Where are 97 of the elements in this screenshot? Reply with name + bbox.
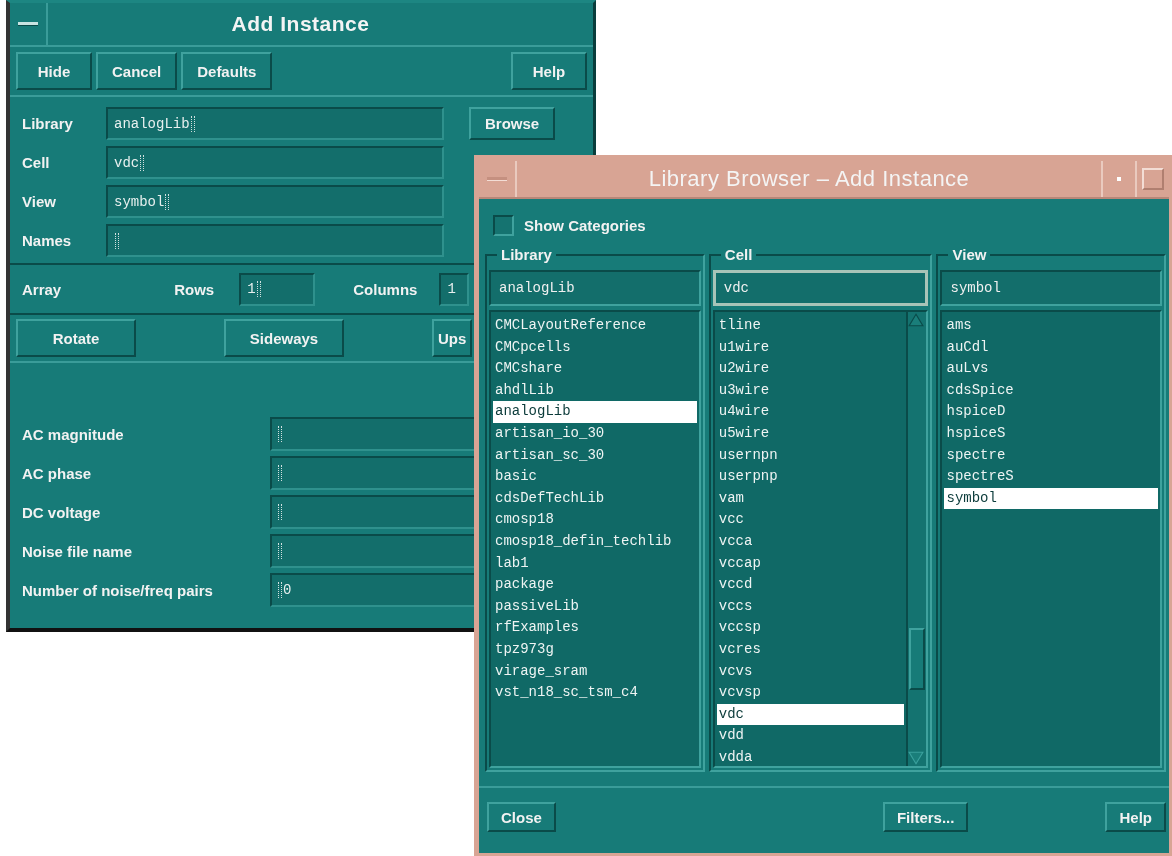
list-item[interactable]: vccd xyxy=(716,574,905,596)
rows-field[interactable]: 1 xyxy=(239,272,316,306)
list-item[interactable]: vam xyxy=(716,487,905,510)
list-item[interactable]: CMCLayoutReference xyxy=(493,315,697,337)
text-cursor-icon xyxy=(256,281,261,297)
list-item[interactable]: vcca xyxy=(716,530,905,553)
list-item[interactable]: cmosp18_defin_techlib xyxy=(493,530,697,553)
filter-field[interactable]: analogLib xyxy=(489,270,701,306)
text-cursor-icon xyxy=(190,115,195,132)
list-item[interactable]: CMCshare xyxy=(493,358,697,380)
field-label: Names xyxy=(22,232,73,249)
list-item[interactable]: vcc xyxy=(716,509,905,531)
parameter-label: AC magnitude xyxy=(22,425,125,443)
list-item[interactable]: virage_sram xyxy=(493,660,697,683)
list-item[interactable]: vccs xyxy=(716,595,905,618)
list-item[interactable]: cdsSpice xyxy=(944,379,1158,402)
window-title: Library Browser – Add Instance xyxy=(647,166,971,192)
list-item[interactable]: basic xyxy=(493,466,697,488)
array-label: Array xyxy=(22,280,62,298)
list-item[interactable]: vst_n18_sc_tsm_c4 xyxy=(493,682,697,704)
field-label: Library xyxy=(22,115,74,132)
list-item[interactable]: u5wire xyxy=(716,422,905,445)
parameter-label: Noise file name xyxy=(22,542,134,560)
scroll-up-icon[interactable] xyxy=(908,312,925,328)
list-item[interactable]: vdd xyxy=(716,725,905,747)
text-cursor-icon xyxy=(278,582,282,598)
field-label: Cell xyxy=(22,154,51,171)
list-item[interactable]: u4wire xyxy=(716,401,905,423)
list-item[interactable]: hspiceD xyxy=(944,401,1158,423)
filter-field[interactable]: symbol xyxy=(940,270,1162,306)
field-label: View xyxy=(22,193,57,210)
list-item[interactable]: vcres xyxy=(716,638,905,661)
text-cursor-icon xyxy=(165,193,170,210)
list-item[interactable]: vccap xyxy=(716,552,905,575)
checkbox[interactable] xyxy=(493,215,514,236)
dialog-button[interactable]: Cancel xyxy=(96,52,178,90)
transform-button[interactable]: Ups xyxy=(432,319,472,357)
list-item[interactable]: ams xyxy=(944,315,1158,337)
list-item[interactable]: tline xyxy=(716,315,905,337)
list-item[interactable]: auLvs xyxy=(944,358,1158,380)
text-field[interactable]: analogLib xyxy=(106,107,444,140)
list-item[interactable]: vdc xyxy=(716,703,905,726)
list-item[interactable]: spectre xyxy=(944,444,1158,467)
text-cursor-icon xyxy=(115,232,119,249)
dialog-button[interactable]: Filters... xyxy=(882,802,969,832)
list-item[interactable]: artisan_sc_30 xyxy=(493,444,697,467)
list-item[interactable]: vdda xyxy=(716,746,905,766)
group-title: Library xyxy=(497,246,556,264)
parameter-label: Number of noise/freq pairs xyxy=(22,581,214,599)
text-cursor-icon xyxy=(140,154,145,171)
transform-button[interactable]: Sideways xyxy=(224,319,344,357)
dialog-button[interactable]: Help xyxy=(1105,802,1166,832)
text-cursor-icon xyxy=(278,465,282,481)
text-cursor-icon xyxy=(278,504,282,520)
text-field[interactable]: vdc xyxy=(106,146,444,179)
text-cursor-icon xyxy=(278,426,282,442)
text-field[interactable]: symbol xyxy=(106,185,444,218)
dialog-button[interactable]: Defaults xyxy=(181,52,273,90)
scroll-bar[interactable] xyxy=(906,312,927,766)
text-cursor-icon xyxy=(278,543,282,559)
checkbox-label: Show Categories xyxy=(524,217,646,234)
list-item[interactable]: cmosp18 xyxy=(493,509,697,531)
browse-button[interactable]: Browse xyxy=(469,107,556,140)
list-item[interactable]: u3wire xyxy=(716,379,905,402)
parameter-label: DC voltage xyxy=(22,503,102,521)
list-item[interactable]: rfExamples xyxy=(493,617,697,639)
list-item[interactable]: auCdl xyxy=(944,336,1158,359)
list-item[interactable]: usernpn xyxy=(716,444,905,467)
dialog-button[interactable]: Hide xyxy=(16,52,92,90)
list-item[interactable]: vcvsp xyxy=(716,682,905,704)
list-item[interactable]: vcvs xyxy=(716,660,905,683)
list-item[interactable]: hspiceS xyxy=(944,422,1158,445)
list-item[interactable]: cdsDefTechLib xyxy=(493,487,697,510)
transform-button[interactable]: Rotate xyxy=(16,319,136,357)
scroll-thumb[interactable] xyxy=(909,628,926,690)
columns-field[interactable]: 1 xyxy=(439,272,470,306)
dialog-button[interactable]: Close xyxy=(487,802,556,832)
rows-label: Rows xyxy=(174,280,215,298)
list-item[interactable]: userpnp xyxy=(716,466,905,488)
list-item[interactable]: spectreS xyxy=(944,466,1158,488)
list-item[interactable]: CMCpcells xyxy=(493,336,697,359)
list-item[interactable]: artisan_io_30 xyxy=(493,422,697,445)
list-item[interactable]: analogLib xyxy=(493,401,697,423)
list-item[interactable]: u1wire xyxy=(716,336,905,359)
list-item[interactable]: tpz973g xyxy=(493,638,697,661)
list-item[interactable]: symbol xyxy=(944,487,1158,510)
help-button[interactable]: Help xyxy=(511,52,587,90)
window-title: Add Instance xyxy=(230,12,371,36)
columns-label: Columns xyxy=(353,280,418,298)
filter-field[interactable]: vdc xyxy=(712,270,929,306)
list-item[interactable]: lab1 xyxy=(493,552,697,575)
list-item[interactable]: ahdlLib xyxy=(493,379,697,402)
scroll-down-icon[interactable] xyxy=(908,750,925,766)
list-item[interactable]: u2wire xyxy=(716,358,905,380)
parameter-label: AC phase xyxy=(22,464,93,482)
list-item[interactable]: vccsp xyxy=(716,617,905,639)
text-field[interactable] xyxy=(106,224,444,257)
